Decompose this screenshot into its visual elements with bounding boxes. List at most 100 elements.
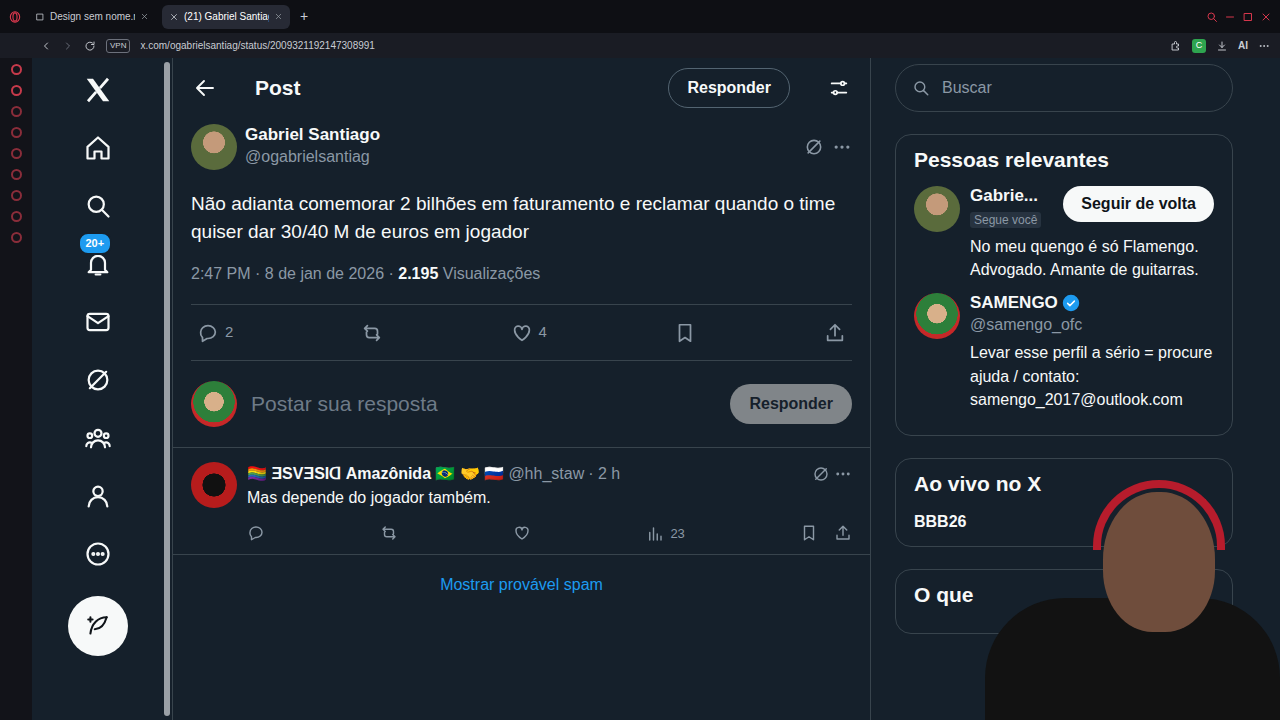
heart-icon[interactable] [511,322,533,344]
reply-icon[interactable] [197,322,219,344]
post-button[interactable] [68,596,128,656]
post-column: PostResponderGabriel Santiago@ogabrielsa… [172,58,871,720]
search-tabs-icon[interactable] [1206,11,1218,23]
like-count: 4 [539,321,547,344]
more-icon[interactable] [834,465,852,483]
url-field[interactable]: x.com/ogabrielsantiag/status/20093211921… [140,38,374,53]
relevant-people: Pessoas relevantesGabrie...Segue vocêSeg… [895,134,1233,436]
search-input[interactable] [940,75,1216,101]
reply-avatar[interactable] [191,462,237,508]
back-icon[interactable] [40,40,52,52]
minimize-icon[interactable] [1224,11,1236,23]
mail-icon[interactable] [84,308,112,336]
post-time[interactable]: 2:47 PM · 8 de jan de 2026 [191,265,384,282]
person[interactable]: SAMENGO@samengo_ofcLevar esse perfil a s… [914,293,1214,411]
nav-item[interactable] [80,130,116,166]
extension-button[interactable]: C [1192,39,1206,53]
reply-handle[interactable]: @hh_staw [508,462,584,486]
sidebar-app-icon[interactable] [11,232,22,243]
profile-icon[interactable] [84,482,112,510]
reply-input[interactable] [249,387,718,421]
person-avatar[interactable] [914,186,960,232]
live-item[interactable]: BBB26 [914,510,1214,534]
settings-icon[interactable] [828,77,850,99]
author-handle[interactable]: @ogabrielsantiag [245,145,796,169]
extensions-icon[interactable] [1170,40,1182,52]
nav-item[interactable] [80,304,116,340]
sidebar-app-icon[interactable] [11,85,22,96]
maximize-icon[interactable] [1242,11,1254,23]
author-avatar[interactable] [191,124,237,170]
reply-author[interactable]: 🏳️‍🌈 ƎSVƎSIᗡ Amazônida 🇧🇷 🤝 🇷🇺 [247,462,504,486]
grok-icon[interactable] [804,137,824,157]
nav-item[interactable] [80,188,116,224]
close-tab-icon[interactable] [140,12,149,21]
vpn-badge[interactable]: VPN [106,39,130,53]
person-handle[interactable]: @samengo_ofc [970,313,1214,337]
x-logo-icon[interactable] [83,75,113,105]
views-icon[interactable] [646,525,664,543]
grok-icon[interactable] [812,465,830,483]
home-icon[interactable] [84,134,112,162]
new-tab-button[interactable]: + [296,6,312,27]
follows-you-badge: Segue você [970,212,1041,228]
reply-time[interactable]: · 2 h [588,462,620,486]
scrollbar[interactable] [164,62,170,716]
repost-icon[interactable] [380,524,398,542]
reply-button[interactable]: Responder [668,68,790,108]
nav-item[interactable] [80,478,116,514]
person-name[interactable]: SAMENGO [970,293,1058,313]
repost-action[interactable] [361,322,383,344]
nav-item[interactable] [80,420,116,456]
feather-icon[interactable] [85,613,111,639]
more-icon[interactable] [832,137,852,157]
sidebar-app-icon[interactable] [11,64,22,75]
views[interactable]: 23 [646,524,684,544]
search-icon[interactable] [84,192,112,220]
view-count: 2.195 [398,265,438,282]
opera-logo-icon[interactable] [8,10,22,24]
follow-back-button[interactable]: Seguir de volta [1063,186,1214,222]
person-name[interactable]: Gabrie... [970,186,1038,206]
sidebar-app-icon[interactable] [11,169,22,180]
menu-icon[interactable] [1258,40,1270,52]
sidebar-app-icon[interactable] [11,106,22,117]
show-spam-link[interactable]: Mostrar provável spam [173,555,870,615]
person-avatar[interactable] [914,293,960,339]
search-box[interactable] [895,64,1233,112]
close-tab-icon[interactable] [274,12,283,21]
reply-action[interactable]: 2 [197,321,233,344]
user-avatar[interactable] [191,381,237,427]
share-icon[interactable] [834,524,852,542]
ai-button[interactable]: AI [1238,38,1248,53]
browser-tab[interactable]: (21) Gabriel Santiago no X [162,5,290,29]
sidebar-app-icon[interactable] [11,211,22,222]
communities-icon[interactable] [84,424,112,452]
grok-icon[interactable] [84,366,112,394]
nav-item[interactable]: 20+ [80,246,116,282]
repost-icon[interactable] [361,322,383,344]
nav-item[interactable] [80,536,116,572]
reply[interactable]: 🏳️‍🌈 ƎSVƎSIᗡ Amazônida 🇧🇷 🤝 🇷🇺@hh_staw· … [173,448,870,555]
download-icon[interactable] [1216,40,1228,52]
bookmark-icon[interactable] [674,322,696,344]
person[interactable]: Gabrie...Segue vocêSeguir de voltaNo meu… [914,186,1214,281]
more-icon[interactable] [84,540,112,568]
post-meta: 2:47 PM · 8 de jan de 2026 · 2.195 Visua… [191,262,852,305]
nav-item[interactable] [80,362,116,398]
sidebar-app-icon[interactable] [11,190,22,201]
bookmark-icon[interactable] [800,524,818,542]
close-window-icon[interactable] [1260,11,1272,23]
browser-tab-bar: Design sem nome.mp4(21) Gabriel Santiago… [0,0,1280,33]
forward-icon[interactable] [62,40,74,52]
back-arrow-icon[interactable] [193,76,217,100]
author-name[interactable]: Gabriel Santiago [245,125,796,145]
heart-icon[interactable] [513,524,531,542]
share-icon[interactable] [824,322,846,344]
sidebar-app-icon[interactable] [11,148,22,159]
reply-icon[interactable] [247,524,265,542]
browser-tab[interactable]: Design sem nome.mp4 [28,5,156,29]
reload-icon[interactable] [84,40,96,52]
like-action[interactable]: 4 [511,321,547,344]
sidebar-app-icon[interactable] [11,127,22,138]
